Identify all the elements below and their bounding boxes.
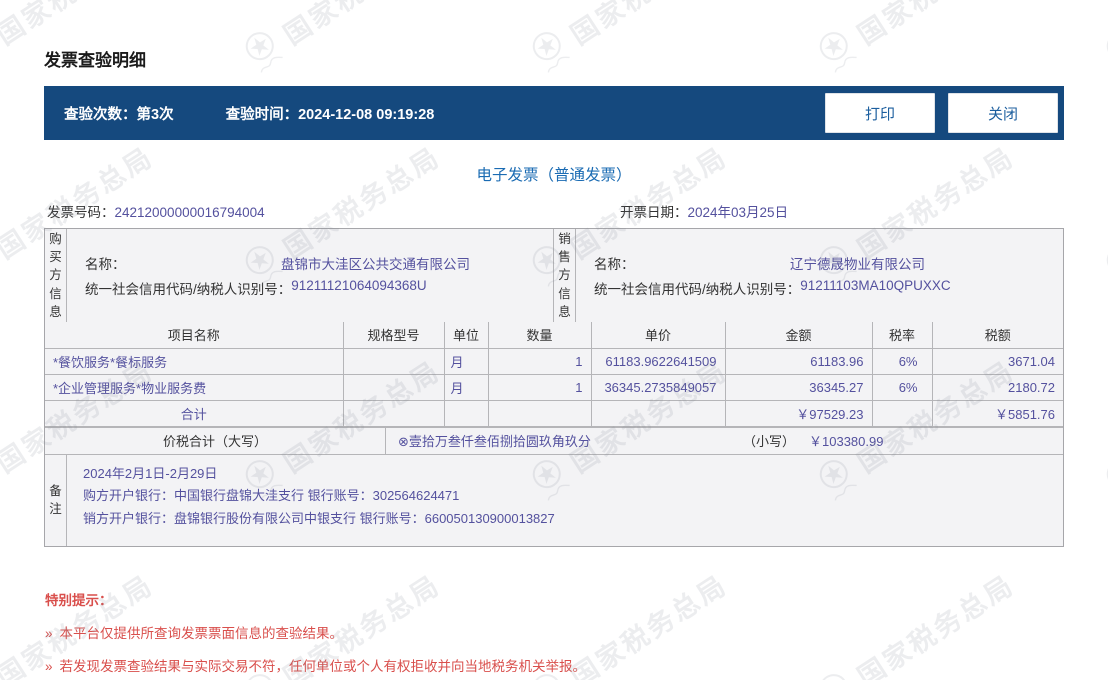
item-name: *企业管理服务*物业服务费	[45, 373, 344, 401]
item-tax: 2180.72	[931, 373, 1063, 401]
seller-taxid-value: 91211103MA10QPUXXC	[800, 278, 951, 293]
buyer-name-line: 名称： 盘锦市大洼区公共交通有限公司	[85, 253, 553, 273]
remarks-line: 2024年2月1日-2月29日	[83, 465, 218, 481]
buyer-taxid-label: 统一社会信用代码/纳税人识别号：	[85, 282, 292, 297]
item-row: *企业管理服务*物业服务费 月 1 36345.2735849057 36345…	[45, 373, 1063, 401]
col-qty: 数量	[487, 322, 592, 349]
check-count-label: 查验次数：	[64, 106, 137, 123]
items-header-row: 项目名称 规格型号 单位 数量 单价 金额 税率 税额	[45, 322, 1063, 349]
grand-total-lowercase-value: ￥103380.99	[809, 434, 884, 449]
item-rate: 6%	[871, 347, 933, 375]
notice-item-text: 若发现发票查验结果与实际交易不符，任何单位或个人有权拒收并向当地税务机关举报。	[59, 658, 587, 674]
total-unit	[443, 399, 489, 427]
check-count: 查验次数：第3次	[64, 103, 174, 124]
invoice-number: 发票号码：24212000000016794004	[47, 201, 265, 221]
col-spec: 规格型号	[342, 322, 445, 349]
seller-name-line: 名称： 辽宁德晟物业有限公司	[594, 253, 1063, 273]
buyer-side-label: 购买方信息	[45, 229, 67, 322]
party-row: 购买方信息 名称： 盘锦市大洼区公共交通有限公司 统一社会信用代码/纳税人识别号…	[45, 229, 1063, 322]
item-spec	[342, 347, 445, 375]
total-spec	[342, 399, 445, 427]
special-notice: 特别提示： » 本平台仅提供所查询发票票面信息的查验结果。 » 若发现发票查验结果与…	[44, 589, 1064, 675]
notice-title: 特别提示：	[45, 592, 113, 608]
check-time: 查验时间：2024-12-08 09:19:28	[226, 103, 435, 124]
check-time-value: 2024-12-08 09:19:28	[298, 106, 435, 123]
grand-total-values: ⊗壹拾万叁仟叁佰捌拾圆玖角玖分 （小写） ￥103380.99	[386, 428, 1063, 454]
item-rate: 6%	[871, 373, 933, 401]
buyer-taxid-value: 91211121064094368U	[291, 278, 427, 293]
bullet-icon: »	[45, 625, 53, 641]
remarks-side-label: 备注	[45, 454, 67, 546]
grand-total-lowercase-label: （小写）	[743, 434, 796, 449]
item-qty: 1	[487, 373, 592, 401]
seller-taxid-line: 统一社会信用代码/纳税人识别号： 91211103MA10QPUXXC	[594, 278, 1063, 298]
item-name: *餐饮服务*餐标服务	[45, 347, 344, 375]
invoice-number-value: 24212000000016794004	[114, 205, 265, 220]
invoice-date-label: 开票日期：	[620, 205, 688, 220]
close-button[interactable]: 关闭	[948, 93, 1058, 133]
invoice-date-value: 2024年03月25日	[687, 205, 789, 220]
remarks-section: 备注 2024年2月1日-2月29日 购方开户银行：中国银行盘锦大洼支行 银行账…	[45, 453, 1063, 546]
seller-fields: 名称： 辽宁德晟物业有限公司 统一社会信用代码/纳税人识别号： 91211103…	[576, 229, 1063, 322]
items-total-row: 合计 ￥97529.23 ￥5851.76	[45, 399, 1063, 427]
grand-total-row: 价税合计（大写） ⊗壹拾万叁仟叁佰捌拾圆玖角玖分 （小写） ￥103380.99	[45, 426, 1063, 454]
item-unit: 月	[443, 347, 489, 375]
buyer-taxid-line: 统一社会信用代码/纳税人识别号： 91211121064094368U	[85, 278, 553, 298]
col-price: 单价	[590, 322, 726, 349]
col-unit: 单位	[443, 322, 489, 349]
remarks-line: 销方开户银行：盘锦银行股份有限公司中银支行 银行账号：6600501309000…	[83, 511, 555, 526]
item-price: 36345.2735849057	[590, 373, 726, 401]
seller-name-value: 辽宁德晟物业有限公司	[790, 257, 925, 272]
item-amount: 36345.27	[724, 373, 873, 401]
seller-side-label: 销售方信息	[554, 229, 576, 322]
col-amount: 金额	[724, 322, 873, 349]
item-row: *餐饮服务*餐标服务 月 1 61183.9622641509 61183.96…	[45, 347, 1063, 375]
toolbar: 查验次数：第3次 查验时间：2024-12-08 09:19:28 打印 关闭	[44, 86, 1064, 140]
total-label: 合计	[45, 399, 344, 427]
check-time-label: 查验时间：	[225, 106, 299, 123]
notice-item: » 若发现发票查验结果与实际交易不符，任何单位或个人有权拒收并向当地税务机关举报。	[45, 655, 1064, 675]
item-price: 61183.9622641509	[590, 347, 726, 375]
bullet-icon: »	[45, 658, 53, 674]
item-amount: 61183.96	[724, 347, 873, 375]
item-tax: 3671.04	[931, 347, 1063, 375]
grand-total-uppercase: ⊗壹拾万叁仟叁佰捌拾圆玖角玖分	[398, 434, 591, 449]
total-qty	[487, 399, 592, 427]
total-amount: ￥97529.23	[724, 399, 873, 427]
buyer-name-label: 名称：	[85, 257, 126, 272]
total-tax: ￥5851.76	[931, 399, 1063, 427]
item-qty: 1	[487, 347, 592, 375]
items-table: 项目名称 规格型号 单位 数量 单价 金额 税率 税额 *餐饮服务*餐标服务 月…	[45, 322, 1063, 427]
print-button[interactable]: 打印	[825, 93, 935, 133]
notice-item: » 本平台仅提供所查询发票票面信息的查验结果。	[45, 622, 1064, 642]
page-title: 发票查验明细	[44, 51, 146, 70]
invoice-number-label: 发票号码：	[47, 205, 115, 220]
seller-taxid-label: 统一社会信用代码/纳税人识别号：	[594, 282, 801, 297]
seller-section: 销售方信息 名称： 辽宁德晟物业有限公司 统一社会信用代码/纳税人识别号： 91…	[554, 229, 1063, 322]
invoice-meta-row: 发票号码：24212000000016794004 开票日期：2024年03月2…	[44, 201, 1064, 221]
seller-name-label: 名称：	[594, 257, 635, 272]
remarks-content: 2024年2月1日-2月29日 购方开户银行：中国银行盘锦大洼支行 银行账号：3…	[67, 455, 1063, 546]
invoice-box: 购买方信息 名称： 盘锦市大洼区公共交通有限公司 统一社会信用代码/纳税人识别号…	[44, 228, 1064, 547]
notice-item-text: 本平台仅提供所查询发票票面信息的查验结果。	[59, 625, 344, 641]
col-tax: 税额	[931, 322, 1063, 349]
buyer-section: 购买方信息 名称： 盘锦市大洼区公共交通有限公司 统一社会信用代码/纳税人识别号…	[45, 229, 554, 322]
invoice-type-title: 电子发票（普通发票）	[476, 167, 632, 184]
item-spec	[342, 373, 445, 401]
total-rate	[871, 399, 933, 427]
invoice-date: 开票日期：2024年03月25日	[620, 201, 788, 221]
buyer-fields: 名称： 盘锦市大洼区公共交通有限公司 统一社会信用代码/纳税人识别号： 9121…	[67, 229, 553, 322]
invoice-verification-page: 发票查验明细 查验次数：第3次 查验时间：2024-12-08 09:19:28…	[0, 0, 1108, 675]
item-unit: 月	[443, 373, 489, 401]
col-item-name: 项目名称	[45, 322, 344, 349]
remarks-line: 购方开户银行：中国银行盘锦大洼支行 银行账号：302564624471	[83, 488, 460, 504]
grand-total-label: 价税合计（大写）	[45, 427, 386, 454]
buyer-name-value: 盘锦市大洼区公共交通有限公司	[281, 257, 470, 272]
total-price	[590, 399, 726, 427]
col-rate: 税率	[871, 322, 933, 349]
check-count-value: 第3次	[136, 106, 174, 123]
